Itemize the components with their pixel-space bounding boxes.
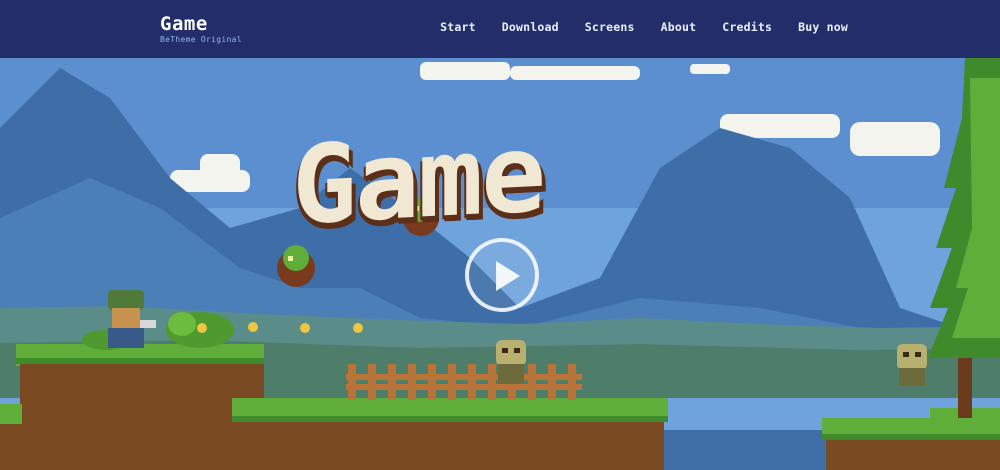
play-icon[interactable] (496, 261, 520, 291)
nav-credits[interactable]: Credits (722, 20, 772, 34)
nav-download[interactable]: Download (502, 20, 559, 34)
site-header: Game BeTheme Original Start Download Scr… (0, 0, 1000, 58)
brand-subtitle: BeTheme Original (160, 35, 242, 44)
main-nav: Start Download Screens About Credits Buy… (440, 20, 848, 34)
nav-about[interactable]: About (661, 20, 697, 34)
nav-start[interactable]: Start (440, 20, 476, 34)
zombie-enemy-1 (496, 340, 526, 384)
hero-title: Game (292, 111, 545, 250)
left-platform (0, 344, 264, 470)
play-video-button[interactable] (465, 238, 539, 312)
nav-buy-now[interactable]: Buy now (798, 20, 848, 34)
nav-screens[interactable]: Screens (585, 20, 635, 34)
zombie-enemy-2 (897, 344, 927, 386)
hero-scene: Game (0, 58, 1000, 470)
brand-logo[interactable]: Game BeTheme Original (160, 14, 242, 45)
brand-title[interactable]: Game (160, 14, 242, 34)
middle-platform (232, 398, 668, 470)
